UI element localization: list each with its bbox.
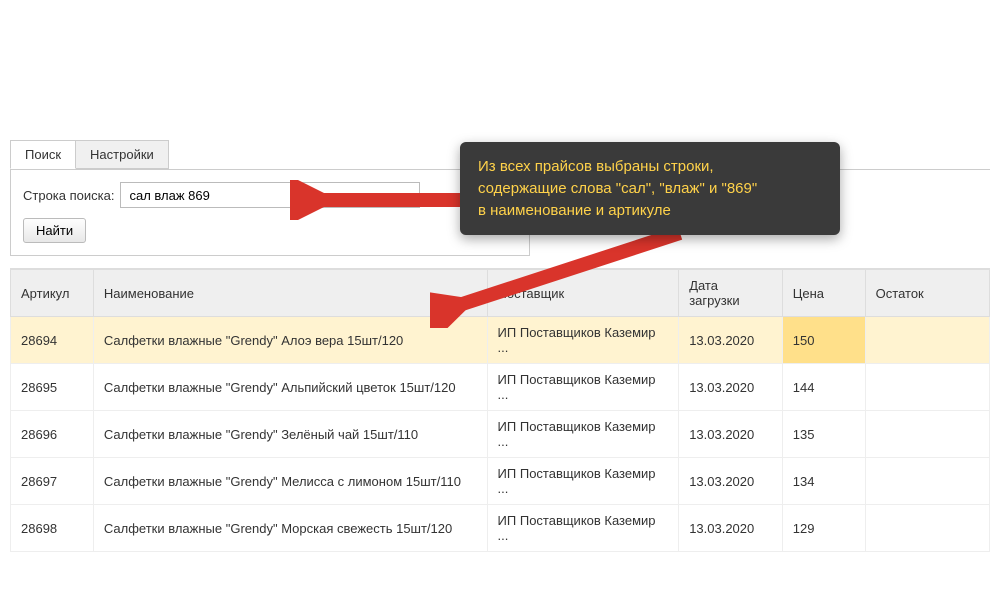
cell-stock bbox=[865, 317, 989, 364]
callout-line: в наименование и артикуле bbox=[478, 200, 822, 222]
col-date[interactable]: Дата загрузки bbox=[679, 270, 783, 317]
col-stock[interactable]: Остаток bbox=[865, 270, 989, 317]
cell-price: 150 bbox=[782, 317, 865, 364]
cell-price: 134 bbox=[782, 458, 865, 505]
cell-article: 28695 bbox=[11, 364, 94, 411]
cell-date: 13.03.2020 bbox=[679, 505, 783, 552]
cell-date: 13.03.2020 bbox=[679, 317, 783, 364]
cell-supplier: ИП Поставщиков Каземир ... bbox=[487, 458, 679, 505]
cell-article: 28697 bbox=[11, 458, 94, 505]
cell-stock bbox=[865, 411, 989, 458]
cell-article: 28694 bbox=[11, 317, 94, 364]
cell-name: Салфетки влажные "Grendy" Мелисса с лимо… bbox=[93, 458, 487, 505]
col-price[interactable]: Цена bbox=[782, 270, 865, 317]
cell-date: 13.03.2020 bbox=[679, 411, 783, 458]
col-name[interactable]: Наименование bbox=[93, 270, 487, 317]
cell-name: Салфетки влажные "Grendy" Зелёный чай 15… bbox=[93, 411, 487, 458]
cell-price: 144 bbox=[782, 364, 865, 411]
tab-settings[interactable]: Настройки bbox=[75, 140, 169, 169]
cell-article: 28696 bbox=[11, 411, 94, 458]
cell-date: 13.03.2020 bbox=[679, 364, 783, 411]
annotation-callout: Из всех прайсов выбраны строки, содержащ… bbox=[460, 142, 840, 235]
cell-supplier: ИП Поставщиков Каземир ... bbox=[487, 505, 679, 552]
cell-price: 135 bbox=[782, 411, 865, 458]
cell-name: Салфетки влажные "Grendy" Алоэ вера 15шт… bbox=[93, 317, 487, 364]
table-row[interactable]: 28698Салфетки влажные "Grendy" Морская с… bbox=[11, 505, 990, 552]
cell-date: 13.03.2020 bbox=[679, 458, 783, 505]
table-row[interactable]: 28697Салфетки влажные "Grendy" Мелисса с… bbox=[11, 458, 990, 505]
callout-line: Из всех прайсов выбраны строки, bbox=[478, 156, 822, 178]
col-article[interactable]: Артикул bbox=[11, 270, 94, 317]
annotation-arrow-icon bbox=[430, 228, 690, 328]
cell-price: 129 bbox=[782, 505, 865, 552]
search-label: Строка поиска: bbox=[23, 188, 114, 203]
callout-line: содержащие слова "сал", "влаж" и "869" bbox=[478, 178, 822, 200]
table-row[interactable]: 28695Салфетки влажные "Grendy" Альпийски… bbox=[11, 364, 990, 411]
cell-name: Салфетки влажные "Grendy" Альпийский цве… bbox=[93, 364, 487, 411]
cell-stock bbox=[865, 505, 989, 552]
cell-stock bbox=[865, 458, 989, 505]
table-row[interactable]: 28696Салфетки влажные "Grendy" Зелёный ч… bbox=[11, 411, 990, 458]
annotation-arrow-icon bbox=[290, 180, 470, 220]
cell-stock bbox=[865, 364, 989, 411]
find-button[interactable]: Найти bbox=[23, 218, 86, 243]
tab-search[interactable]: Поиск bbox=[10, 140, 76, 169]
cell-name: Салфетки влажные "Grendy" Морская свежес… bbox=[93, 505, 487, 552]
cell-supplier: ИП Поставщиков Каземир ... bbox=[487, 364, 679, 411]
cell-article: 28698 bbox=[11, 505, 94, 552]
cell-supplier: ИП Поставщиков Каземир ... bbox=[487, 411, 679, 458]
